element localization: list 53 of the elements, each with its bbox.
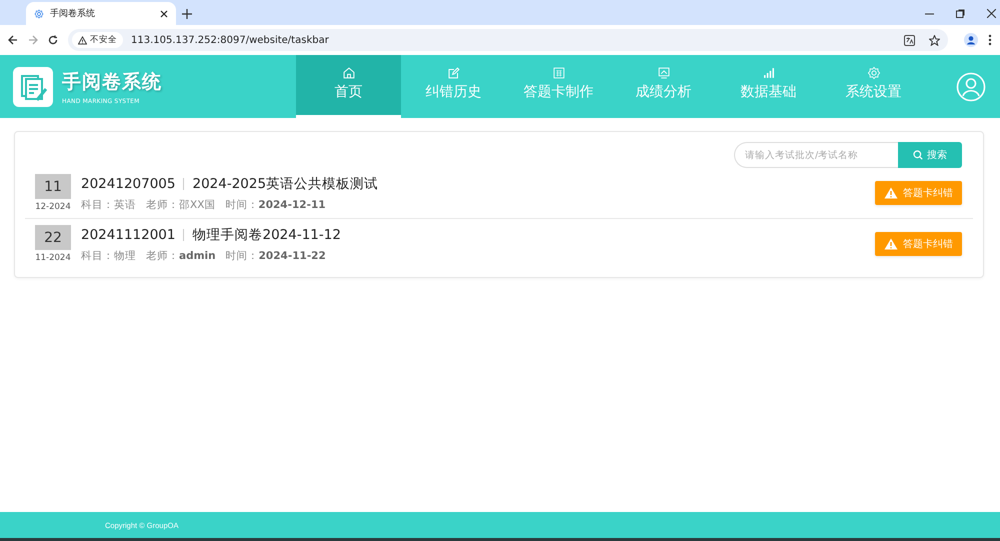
grid-icon	[552, 66, 566, 80]
date-day: 22	[35, 225, 71, 250]
browser-tab[interactable]: 手阅卷系统	[26, 2, 176, 25]
search-field[interactable]: 请输入考试批次/考试名称	[734, 142, 898, 168]
exam-batch: 20241207005	[81, 176, 176, 192]
translate-icon[interactable]	[904, 34, 915, 46]
nav-tab[interactable]: 答题卡制作	[506, 55, 611, 118]
exam-meta: 老师：admin	[146, 248, 216, 262]
settings-icon	[866, 66, 880, 80]
search-icon	[913, 150, 923, 160]
tab-title: 手阅卷系统	[50, 8, 96, 20]
correction-button[interactable]: 答题卡纠错	[875, 232, 962, 256]
close-icon[interactable]	[160, 10, 168, 18]
logo-icon	[12, 66, 54, 106]
exam-name: 物理手阅卷2024-11-12	[192, 226, 341, 244]
home-icon	[342, 66, 356, 80]
new-tab-icon[interactable]	[182, 9, 192, 19]
edit-icon	[446, 66, 460, 80]
exam-name: 2024-2025英语公共模板测试	[192, 174, 378, 192]
nav-tab[interactable]: 数据基础	[716, 55, 821, 118]
nav-tab[interactable]: 首页	[296, 55, 401, 118]
gear-icon	[34, 8, 44, 18]
exam-meta: 科目：物理	[81, 248, 136, 262]
close-icon[interactable]	[987, 9, 996, 18]
date-month: 12-2024	[35, 202, 71, 212]
correction-button[interactable]: 答题卡纠错	[875, 181, 962, 205]
profile-icon[interactable]	[964, 33, 978, 47]
menu-icon[interactable]	[988, 34, 992, 46]
restore-icon[interactable]	[956, 9, 965, 18]
monitor-icon	[656, 66, 670, 80]
security-label: 不安全	[90, 34, 117, 46]
exam-meta: 时间：2024-11-22	[226, 248, 326, 262]
warning-icon	[78, 36, 87, 44]
nav-tab[interactable]: 成绩分析	[611, 55, 716, 118]
warning-icon	[884, 187, 898, 199]
bar-chart-icon	[762, 66, 776, 80]
nav-tab[interactable]: 系统设置	[821, 55, 926, 118]
date-day: 11	[35, 174, 71, 199]
address-bar[interactable]: 不安全 113.105.137.252:8097/website/taskbar	[68, 29, 948, 51]
exam-meta: 时间：2024-12-11	[225, 198, 326, 212]
exam-meta: 老师：邵XX国	[146, 198, 216, 212]
security-chip[interactable]: 不安全	[72, 32, 123, 48]
back-icon[interactable]	[8, 35, 18, 45]
exam-meta: 科目：英语	[81, 198, 136, 212]
date-month: 11-2024	[35, 253, 71, 263]
nav-tab[interactable]: 纠错历史	[401, 55, 506, 118]
warning-icon	[884, 238, 898, 250]
search-button[interactable]: 搜索	[898, 142, 962, 168]
url-text: 113.105.137.252:8097/website/taskbar	[131, 34, 329, 46]
reload-icon[interactable]	[48, 35, 58, 45]
star-icon[interactable]	[929, 34, 940, 46]
logo-title: 手阅卷系统	[62, 70, 162, 94]
exam-batch: 20241112001	[81, 226, 176, 242]
